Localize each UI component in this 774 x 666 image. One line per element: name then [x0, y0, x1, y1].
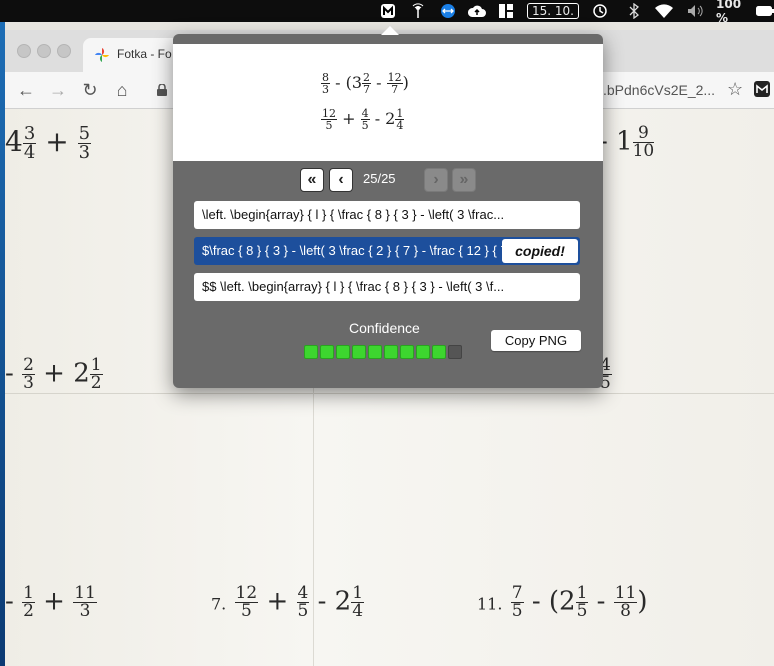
denominator: 4 [352, 601, 364, 621]
mathpix-menubar-icon[interactable] [378, 2, 398, 20]
preview-line-1: 83 - (3 2 7 - 12 7) [321, 72, 409, 95]
latex-result-2-text: $\frac { 8 } { 3 } - \left( 3 \frac { 2 … [202, 243, 516, 258]
math-term: 4 [5, 125, 23, 158]
minimize-window-button[interactable] [37, 44, 51, 58]
address-bar-url[interactable]: .bPdn6cVs2E_2... [603, 82, 715, 98]
denominator: 8 [620, 601, 631, 621]
lock-icon[interactable] [151, 79, 173, 101]
zoom-window-button[interactable] [57, 44, 71, 58]
denominator: 5 [297, 601, 309, 621]
math-operator: - [376, 73, 382, 92]
exercise-expression: 7. 12 5 + 45 - 214 [211, 585, 365, 621]
denominator: 5 [325, 119, 333, 132]
math-operator: - [596, 586, 606, 617]
copied-badge: copied! [502, 239, 578, 263]
reload-icon[interactable]: ↻ [79, 79, 101, 101]
history-counter: 25/25 [363, 171, 396, 186]
google-photos-icon [95, 48, 109, 62]
divider [5, 393, 774, 394]
window-layout-icon[interactable] [496, 2, 516, 20]
date-indicator[interactable]: 15. 10. [527, 3, 579, 19]
confidence-segment [432, 345, 446, 359]
math-operator: + [45, 125, 69, 158]
denominator: 4 [23, 142, 36, 163]
exercise-expression: - 12 + 11 3 [5, 583, 97, 621]
math-operator: - 2 [374, 109, 396, 128]
denominator: 7 [363, 83, 371, 96]
exercise-expression: 11. 75 - (2 1 5 - 11 8) [477, 585, 648, 620]
preview-line-2: 12 5 + 45 - 214 [321, 108, 405, 132]
wifi-icon[interactable] [652, 2, 676, 20]
exercise-number: 11. [477, 594, 503, 614]
bluetooth-icon[interactable] [624, 2, 644, 20]
math-operator: + 2 [43, 358, 90, 389]
exercise-number: 7. [211, 594, 227, 614]
denominator: 5 [240, 601, 252, 621]
tab-title: Fotka - Fo [117, 47, 172, 61]
close-window-button[interactable] [17, 44, 31, 58]
battery-percent[interactable]: 100 % [716, 0, 754, 25]
math-operator: - (2 [531, 586, 576, 617]
forward-arrow-icon[interactable]: → [47, 79, 69, 101]
math-operator: + [342, 109, 356, 128]
home-icon[interactable]: ⌂ [111, 79, 133, 101]
confidence-segment [448, 345, 462, 359]
denominator: 3 [79, 601, 91, 621]
volume-icon[interactable] [684, 2, 708, 20]
extension-icon[interactable] [753, 80, 771, 98]
copy-png-button[interactable]: Copy PNG [491, 330, 581, 351]
confidence-segment [352, 345, 366, 359]
back-arrow-icon[interactable]: ← [15, 79, 37, 101]
denominator: 3 [322, 83, 329, 96]
denominator: 7 [391, 83, 399, 96]
latex-result-2[interactable]: $\frac { 8 } { 3 } - \left( 3 \frac { 2 … [194, 237, 580, 265]
latex-result-3[interactable]: $$ \left. \begin{array} { l } { \frac { … [194, 273, 580, 301]
confidence-segment [400, 345, 414, 359]
denominator: 5 [511, 601, 523, 621]
next-page-icon[interactable]: › [424, 168, 448, 192]
math-operator: + [43, 586, 65, 617]
last-page-icon[interactable]: » [452, 168, 476, 192]
confidence-segment [416, 345, 430, 359]
cloud-upload-icon[interactable] [466, 2, 488, 20]
time-machine-icon[interactable] [588, 2, 612, 20]
math-operator: - (3 [335, 73, 363, 92]
popover-caret [381, 26, 399, 35]
math-operator: - 2 [317, 586, 352, 617]
denominator: 5 [361, 119, 369, 132]
denominator: 4 [396, 119, 404, 132]
denominator: 3 [78, 142, 91, 163]
latex-result-1[interactable]: \left. \begin{array} { l } { \frac { 8 }… [194, 201, 580, 229]
battery-icon[interactable] [756, 2, 774, 20]
denominator: 5 [576, 601, 588, 621]
snip-popover: 83 - (3 2 7 - 12 7) 12 5 + 45 - 214 « ‹ 25/2… [173, 34, 603, 388]
confidence-segment [304, 345, 318, 359]
teamviewer-icon[interactable] [438, 2, 458, 20]
exercise-expression: 434 + 53 [5, 125, 92, 163]
math-operator: ) [637, 586, 648, 617]
exercise-expression: - 23 + 212 [5, 355, 103, 393]
confidence-meter [304, 345, 462, 359]
confidence-segment [368, 345, 382, 359]
math-operator: ) [402, 73, 409, 92]
math-operator: - 1 [599, 126, 633, 157]
first-page-icon[interactable]: « [300, 168, 324, 192]
bookmark-star-icon[interactable]: ☆ [727, 79, 743, 100]
confidence-segment [320, 345, 334, 359]
math-operator: + [266, 586, 289, 617]
confidence-segment [384, 345, 398, 359]
denominator: 3 [23, 373, 34, 393]
confidence-label: Confidence [349, 320, 420, 336]
exercise-expression: - 1 9 10 [599, 125, 655, 161]
denominator: 2 [23, 601, 34, 621]
previous-page-icon[interactable]: ‹ [329, 168, 353, 192]
menu-bar: 15. 10. 100 % [0, 0, 774, 25]
denominator: 2 [90, 373, 102, 393]
confidence-segment [336, 345, 350, 359]
equation-preview: 83 - (3 2 7 - 12 7) 12 5 + 45 - 214 [173, 44, 603, 161]
denominator: 10 [632, 141, 655, 161]
wifi-tower-icon[interactable] [408, 2, 428, 20]
